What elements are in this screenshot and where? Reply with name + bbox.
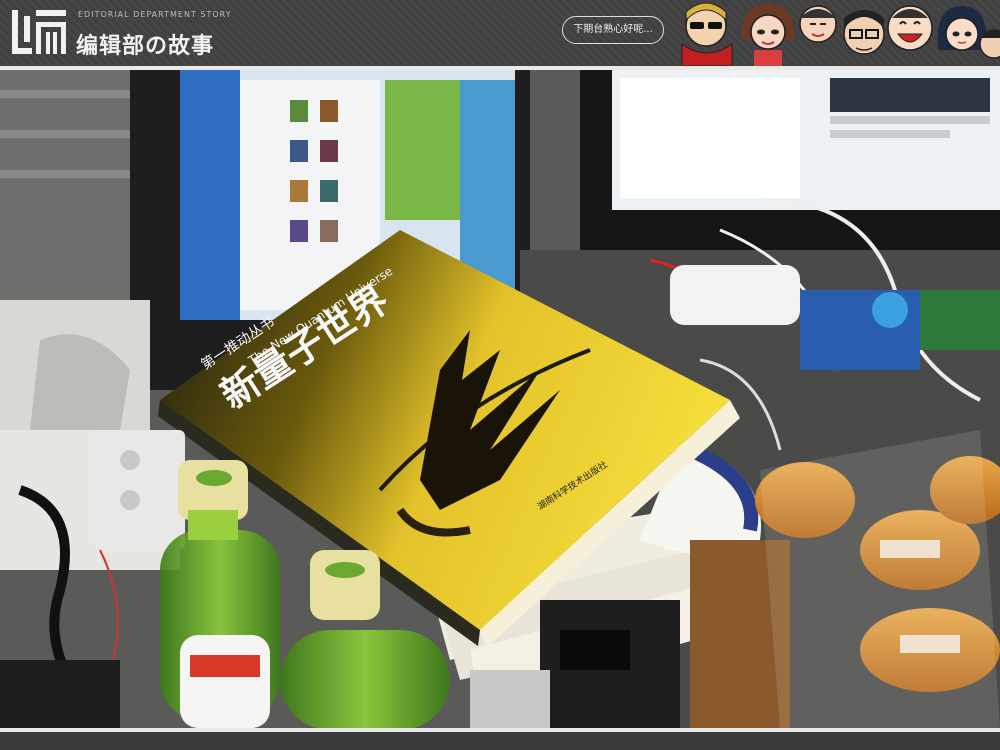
photo-scene: 第一推动丛书 The New Quantum Universe 新量子世界 湖南… [0, 70, 1000, 728]
desk-photo: 第一推动丛书 The New Quantum Universe 新量子世界 湖南… [0, 70, 1000, 728]
header-banner: EDITORIAL DEPARTMENT STORY 编辑部の故事 下期台熟心好… [0, 0, 1000, 66]
logo-subtitle: EDITORIAL DEPARTMENT STORY [78, 10, 232, 19]
power-strip [95, 430, 185, 550]
cartoon-faces-illustration [681, 2, 1000, 66]
right-monitor [580, 70, 1000, 250]
white-bottle [180, 635, 270, 728]
footer-bar [0, 732, 1000, 750]
logo-icon [12, 10, 66, 54]
logo-title: 编辑部の故事 [76, 34, 215, 59]
speech-bubble: 下期台熟心好呢... [562, 16, 664, 44]
